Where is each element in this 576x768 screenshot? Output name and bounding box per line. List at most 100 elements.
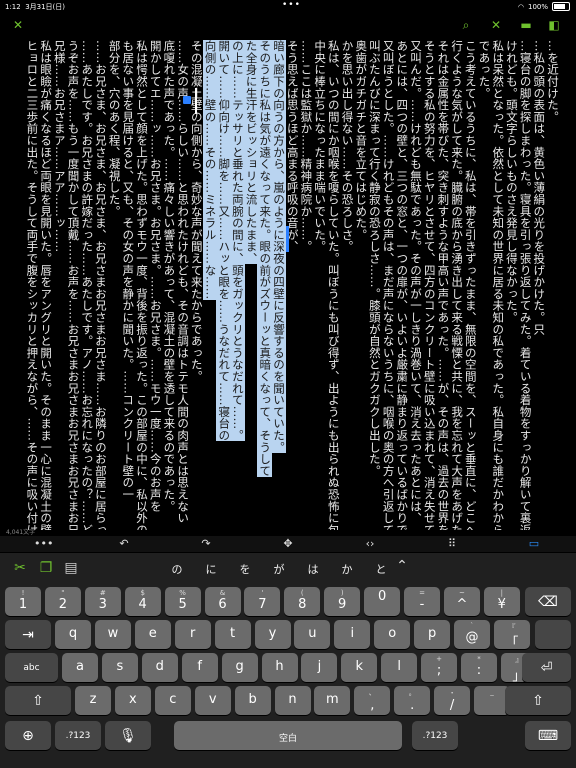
key-j[interactable]: j [301,653,338,682]
key-k[interactable]: k [341,653,378,682]
selected-text-column[interactable]: の上に……テッサリと垂れた両腕の間に、頭をガックリとうなだれて……。 [229,40,245,442]
key-z[interactable]: z [75,686,111,715]
key-q[interactable]: q [55,620,91,649]
text-column[interactable]: 私は、いつの間にか咽喉を嗄らしていた。叫ぼうにも叫び得ず、出ようにも出られぬ恐怖… [326,40,341,530]
selected-text-column[interactable]: 開いて……仰向け……脚を……又……ハッと眼を……うなだれて……寝台の [216,40,232,442]
text-column[interactable]: も居ない事を見届けると、又も、その女の声を静かに聞いた。……コンクリート壁の一 [120,40,135,500]
key-v[interactable]: v [194,686,231,715]
candidate-word[interactable]: の [166,561,188,577]
text-column[interactable]: 叫ぶたんびに深まって行く静寂の恐ろしさ……。膝頭が自然とガクガクし出した。 [367,40,382,477]
key-i[interactable]: i [334,620,371,649]
key[interactable]: 0 [364,587,401,616]
key[interactable]: ! 1 [5,587,41,616]
expand-candidates-icon[interactable]: ⌃ [394,559,410,573]
numbers-key-right[interactable]: .?123 [412,721,458,750]
key[interactable]: ~ ^ [443,587,480,616]
key-g[interactable]: g [221,653,258,682]
text-column[interactable]: 中央に棒立ちになったまま喘いでいた。 [312,40,327,252]
key-y[interactable]: y [254,620,291,649]
key-s[interactable]: s [101,653,138,682]
text-column[interactable]: …寝台の脚を探しまわった。寝具を引っ張り返してみた。着ている着物をすっかり解いて… [518,40,533,530]
delete-key[interactable]: ⌫ [525,587,571,616]
key[interactable]: #3 [84,587,121,616]
key[interactable]: ` @ [454,620,490,649]
candidate-word[interactable]: を [234,561,256,577]
shift-right-key[interactable]: ⇧ [505,686,571,715]
text-column[interactable]: であった。 [477,40,492,99]
key-h[interactable]: h [261,653,298,682]
numbers-key-left[interactable]: .?123 [55,721,101,750]
keyboard-dismiss-icon[interactable]: ▭ [526,537,542,551]
undo-icon[interactable]: ↶ [116,537,132,551]
key-m[interactable]: m [314,686,351,715]
key-l[interactable]: l [381,653,418,682]
dictation-key[interactable]: 🎙 [105,721,151,750]
key-b[interactable]: b [234,686,271,715]
key-e[interactable]: e [134,620,171,649]
key[interactable]: 、, [354,686,391,715]
key-w[interactable]: w [94,620,131,649]
key[interactable]: = - [404,587,440,616]
text-column[interactable]: それは金属性を帯びた、突き刺すような甲高い声であった。……が、その声は、過去の世… [435,40,450,530]
candidate-word[interactable]: に [200,561,222,577]
text-column[interactable]: こう考えているうちに、私は、帯を引きずったまま、無限の空間を、スーッと垂直に、ど… [463,40,478,530]
copy-icon[interactable]: ❐ [38,561,54,575]
key-d[interactable]: d [141,653,178,682]
empty-key[interactable] [535,620,571,649]
key[interactable]: ・ / [434,686,471,715]
space-key[interactable]: 空白 [174,721,402,750]
key[interactable]: 。. [394,686,431,715]
paste-icon[interactable]: ▤ [63,561,79,575]
text-column[interactable]: ……女の声……らしい……と思われたけれども、その音調はトテモ人間の肉声とは思えな… [175,40,190,524]
vertical-text-editor[interactable]: …を近付けた。 …私の頭の表面は、黄色い薄絹の光りを投げかけた。只 …寝台の脚を探し… [0,40,576,530]
key[interactable]: (8 [284,587,321,616]
text-column[interactable]: 奥歯がガチガチと音を立てはじめた。 [353,40,368,241]
globe-key[interactable]: ⊕ [5,721,51,750]
selection-end-handle[interactable] [286,226,289,252]
key-x[interactable]: x [114,686,151,715]
selected-text-column[interactable]: そのうちに私は気が遠くなって来た。眼の前がズウーッと真暗くなって、そうして [257,40,273,477]
text-column[interactable]: けれども。頭文字らしいものさえ発見し得なかった。 [504,40,519,323]
cut-icon[interactable]: ✂ [12,561,28,575]
selection-start-handle[interactable] [183,96,191,104]
more-icon[interactable]: ••• [34,537,53,551]
key-u[interactable]: u [294,620,331,649]
text-column[interactable]: あとには、四つの壁と、三つの窓と、一つの扉が、いよいよ厳粛に静まり返っているばか… [394,40,409,530]
key[interactable]: ' 7 [244,587,281,616]
candidate-word[interactable]: か [336,561,358,577]
close-search-icon[interactable]: ✕ [488,18,504,32]
text-column[interactable]: …を近付けた。 [545,40,560,123]
selected-text-column[interactable]: 暗い廊下の向うの方から、嵐のように深夜の四壁に反響するのを聞いていた。 [271,40,286,453]
move-cursor-icon[interactable]: ✥ [280,537,296,551]
key[interactable]: +; [421,653,458,682]
close-icon[interactable]: ✕ [10,18,26,32]
key[interactable]: & 6 [204,587,241,616]
text-column[interactable]: ……ここは監獄か……精神病院か……。 [298,40,313,252]
text-column[interactable]: うぞお声を……もう一度聞かして頂戴……お声を……お兄さまお兄さまお兄さまお兄さま… [66,40,81,530]
redo-icon[interactable]: ↷ [198,537,214,551]
comment-icon[interactable]: ▬ [518,18,534,32]
sidebar-icon[interactable]: ◧ [546,18,562,32]
text-column[interactable]: 又叫ぼうとした。……けれどもその声は、まだ声にならないうちに、咽喉の奥の方へ引返… [381,40,396,530]
key[interactable]: ) 9 [324,587,361,616]
text-column[interactable]: そうとする私の努力を、ヒヤリとさせて、四方のコンクリート壁に吸い込まれて、消え失… [422,40,437,530]
text-column[interactable]: 私は呆然となった。依然として未知の世界に居る未知の私であった。私自身にも誰だかわ… [490,40,505,530]
text-column[interactable]: ヒョロと二三歩前に出た。そうして両手で腹をシッカリと押えながら、……その声に吸い… [24,40,39,530]
key[interactable]: $4 [124,587,161,616]
key[interactable]: " 2 [44,587,81,616]
key-t[interactable]: t [214,620,251,649]
key-o[interactable]: o [374,620,411,649]
code-icon[interactable]: ‹› [362,537,378,551]
key[interactable]: *: [461,653,497,682]
text-column[interactable]: 開かしてエ……ッ……お兄さま。お兄さま。……お兄さま。……モウ一度……今のお声を [148,40,163,512]
candidate-word[interactable]: が [268,561,290,577]
shift-left-key[interactable]: ⇧ [5,686,71,715]
selected-text-column[interactable]: た全身に生汗をビッショリと流したまま、 [243,40,259,265]
text-column[interactable]: そう思えば思うほど高まる呼吸の音が、 [285,40,300,252]
search-icon[interactable]: ⌕ [458,18,474,32]
text-column[interactable]: …私の頭の表面は、黄色い薄絹の光りを投げかけた。只 [531,40,546,335]
text-column[interactable]: ……お兄さま、お兄さま、お兄さま、お兄さまお兄さまお兄さま……お隣りのお部屋に居… [93,40,108,530]
grid-icon[interactable]: ⠿ [444,537,460,551]
text-column[interactable]: 兄様……お兄さまア……アア……ッ…… [52,40,67,252]
abc-key[interactable]: abc [5,653,58,682]
